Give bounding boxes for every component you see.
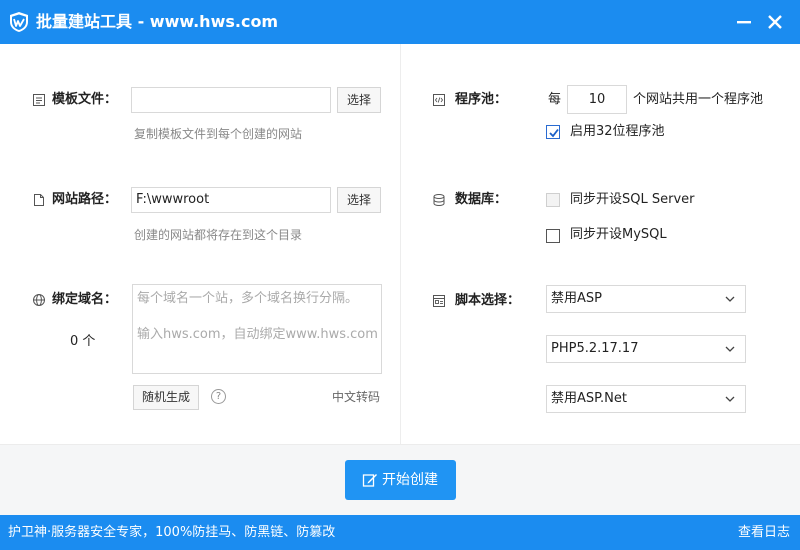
enable-32bit-label[interactable]: 启用32位程序池 [570,122,665,142]
sqlserver-checkbox[interactable] [546,193,560,207]
site-path-label: 网站路径： [52,192,118,207]
domain-textarea[interactable]: 每个域名一个站，多个域名换行分隔。 输入hws.com，自动绑定www.hws.… [132,284,382,374]
bind-domain-label: 绑定域名： [52,292,118,307]
enable-32bit-checkbox[interactable] [546,125,560,139]
random-generate-button[interactable]: 随机生成 [133,385,199,410]
close-icon[interactable] [765,12,785,32]
asp-select[interactable]: 禁用ASP [546,285,746,313]
site-path-input[interactable]: F:\wwwroot [131,187,331,213]
title-bar: 批量建站工具 - www.hws.com [0,0,800,44]
database-icon [433,194,445,207]
domain-placeholder-line1: 每个域名一个站，多个域名换行分隔。 [137,291,359,306]
globe-icon [33,294,45,306]
app-pool-suffix: 个网站共用一个程序池 [633,92,764,107]
template-select-button[interactable]: 选择 [337,87,381,113]
php-select-value: PHP5.2.17.17 [551,341,639,356]
sqlserver-label[interactable]: 同步开设SQL Server [570,190,695,210]
mysql-checkbox[interactable] [546,229,560,243]
php-select[interactable]: PHP5.2.17.17 [546,335,746,363]
chevron-down-icon [725,296,735,302]
aspnet-select-value: 禁用ASP.Net [551,391,627,406]
domain-count: 0 个 [70,334,96,349]
chevron-down-icon [725,346,735,352]
script-window-icon [433,295,445,307]
chinese-convert-link[interactable]: 中文转码 [332,388,380,406]
database-label: 数据库： [455,192,508,207]
edit-icon [362,474,377,487]
asp-select-value: 禁用ASP [551,291,602,306]
code-icon [433,94,445,106]
domain-placeholder-line2: 输入hws.com，自动绑定www.hws.com [137,327,378,342]
minimize-icon[interactable] [734,12,754,32]
view-log-link[interactable]: 查看日志 [738,515,790,550]
window-title: 批量建站工具 - www.hws.com [36,12,279,31]
aspnet-select[interactable]: 禁用ASP.Net [546,385,746,413]
template-file-input[interactable] [131,87,331,113]
checkmark-icon [549,128,559,138]
script-select-label: 脚本选择： [455,293,521,308]
site-path-select-button[interactable]: 选择 [337,187,381,213]
status-bar: 护卫神·服务器安全专家，100%防挂马、防黑链、防篡改 查看日志 [0,515,800,550]
chevron-down-icon [725,396,735,402]
start-create-label: 开始创建 [382,472,438,488]
shield-logo-icon [10,12,28,32]
status-slogan: 护卫神·服务器安全专家，100%防挂马、防黑链、防篡改 [8,525,336,540]
app-pool-prefix: 每 [548,92,562,107]
mysql-label[interactable]: 同步开设MySQL [570,225,667,245]
start-create-button[interactable]: 开始创建 [345,460,456,500]
template-hint: 复制模板文件到每个创建的网站 [134,127,303,141]
app-pool-label: 程序池： [455,92,508,107]
site-path-hint: 创建的网站都将存在到这个目录 [134,228,303,242]
document-icon [33,94,45,106]
column-divider [400,44,401,444]
app-pool-count-input[interactable]: 10 [567,85,627,114]
template-file-label: 模板文件： [52,92,118,107]
file-icon [34,194,44,206]
help-icon[interactable]: ? [211,389,226,404]
